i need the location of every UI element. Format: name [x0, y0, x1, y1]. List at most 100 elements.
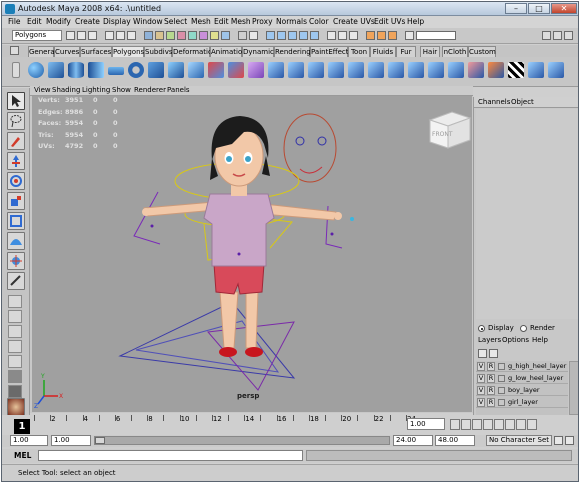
menu-normals[interactable]: Normals	[276, 17, 307, 26]
playback-end-field[interactable]: 24.00	[393, 435, 433, 446]
character-set-dropdown[interactable]: No Character Set	[486, 435, 552, 446]
ipr-render-icon[interactable]	[377, 31, 386, 40]
menu-select[interactable]: Select	[164, 17, 187, 26]
poly-pipe-icon[interactable]	[188, 62, 204, 78]
layer-reference-toggle[interactable]: R	[487, 374, 495, 383]
history-icon[interactable]	[327, 31, 336, 40]
separate-icon[interactable]	[228, 62, 244, 78]
display-layer-radio[interactable]	[478, 325, 485, 332]
shelf-tab-custom[interactable]: Custom	[468, 46, 496, 57]
append-polygon-icon[interactable]	[408, 62, 424, 78]
channels-menu[interactable]: Channels	[478, 98, 510, 106]
layer-color-swatch[interactable]	[498, 387, 505, 394]
transfer-attributes-icon[interactable]	[548, 62, 564, 78]
menu-edit-uvs[interactable]: Edit UVs	[374, 17, 405, 26]
show-manipulator-icon[interactable]	[7, 252, 25, 270]
input-output-icon[interactable]	[338, 31, 347, 40]
play-backwards-button[interactable]	[483, 419, 493, 430]
input-line-icon[interactable]	[405, 31, 414, 40]
make-live-icon[interactable]	[310, 31, 319, 40]
mask-handles-icon[interactable]	[144, 31, 153, 40]
step-forward-key-button[interactable]	[505, 419, 515, 430]
union-icon[interactable]	[288, 62, 304, 78]
range-slider-handle[interactable]	[95, 437, 105, 444]
construction-history-icon[interactable]	[349, 31, 358, 40]
shelf-tab-polygons[interactable]: Polygons	[112, 46, 144, 57]
insert-edge-loop-icon[interactable]	[448, 62, 464, 78]
difference-icon[interactable]	[308, 62, 324, 78]
move-tool-icon[interactable]	[7, 152, 25, 170]
uv-texture-editor-icon[interactable]	[528, 62, 544, 78]
new-scene-icon[interactable]	[66, 31, 75, 40]
maximize-button[interactable]: □	[528, 3, 550, 14]
playback-start-field[interactable]: 1.00	[51, 435, 91, 446]
step-back-button[interactable]	[461, 419, 471, 430]
channel-list[interactable]	[476, 109, 578, 319]
menu-edit[interactable]: Edit	[27, 17, 42, 26]
channel-box-toggle-icon[interactable]	[564, 31, 573, 40]
tool-settings-toggle-icon[interactable]	[553, 31, 562, 40]
shelf-tab-curves[interactable]: Curves	[54, 46, 80, 57]
step-forward-button[interactable]	[516, 419, 526, 430]
shelf-tab-toon[interactable]: Toon	[348, 46, 370, 57]
shelf-tab-painteffects[interactable]: PaintEffects	[310, 46, 352, 57]
vp-menu-shading[interactable]: Shading	[52, 86, 80, 94]
play-forwards-button[interactable]	[494, 419, 504, 430]
layer-visibility-toggle[interactable]: V	[477, 398, 485, 407]
menu-edit-mesh[interactable]: Edit Mesh	[214, 17, 251, 26]
vp-menu-show[interactable]: Show	[112, 86, 131, 94]
select-tool-icon[interactable]	[7, 92, 25, 110]
mask-surfaces-icon[interactable]	[177, 31, 186, 40]
menu-display[interactable]: Display	[103, 17, 131, 26]
menu-color[interactable]: Color	[309, 17, 329, 26]
shelf-tab-general[interactable]: General	[28, 46, 57, 57]
menu-create[interactable]: Create	[75, 17, 100, 26]
poly-sphere-icon[interactable]	[28, 62, 44, 78]
smooth-icon[interactable]	[248, 62, 264, 78]
shelf-tab-surfaces[interactable]: Surfaces	[80, 46, 112, 57]
layer-options-menu[interactable]: Options	[502, 336, 529, 344]
layer-list-scrollbar[interactable]	[569, 361, 578, 415]
animation-start-field[interactable]: 1.00	[10, 435, 48, 446]
soft-modification-icon[interactable]	[7, 232, 25, 250]
layer-reference-toggle[interactable]: R	[487, 362, 495, 371]
go-to-end-button[interactable]	[527, 419, 537, 430]
time-slider[interactable]: 1 24681012141618202224 1.00	[2, 415, 578, 435]
menu-file[interactable]: File	[8, 17, 21, 26]
bevel-icon[interactable]	[468, 62, 484, 78]
layer-row[interactable]: V R girl_layer	[476, 397, 568, 408]
highlight-selection-icon[interactable]	[249, 31, 258, 40]
command-input[interactable]	[38, 450, 303, 461]
layout-single-icon[interactable]	[8, 295, 22, 308]
snap-point-icon[interactable]	[288, 31, 297, 40]
layout-graph-icon[interactable]	[8, 370, 22, 383]
paint-select-tool-icon[interactable]	[7, 132, 25, 150]
checker-uv-icon[interactable]	[508, 62, 524, 78]
snap-grid-icon[interactable]	[266, 31, 275, 40]
mask-joints-icon[interactable]	[155, 31, 164, 40]
average-vertices-icon[interactable]	[268, 62, 284, 78]
layer-row[interactable]: V R g_low_heel_layer	[476, 373, 568, 384]
shelf-tab-hair[interactable]: Hair	[420, 46, 440, 57]
poly-torus-icon[interactable]	[128, 62, 144, 78]
input-line-field[interactable]	[416, 31, 456, 40]
menu-proxy[interactable]: Proxy	[252, 17, 273, 26]
mask-rendering-icon[interactable]	[210, 31, 219, 40]
shelf-tab-animation[interactable]: Animation	[210, 46, 247, 57]
layer-reference-toggle[interactable]: R	[487, 398, 495, 407]
poly-plane-icon[interactable]	[108, 67, 124, 75]
intersection-icon[interactable]	[328, 62, 344, 78]
shelf-tab-fur[interactable]: Fur	[396, 46, 416, 57]
split-polygon-icon[interactable]	[428, 62, 444, 78]
open-scene-icon[interactable]	[77, 31, 86, 40]
layer-help-menu[interactable]: Help	[532, 336, 548, 344]
lasso-tool-icon[interactable]	[7, 112, 25, 130]
layout-hypershade-icon[interactable]	[8, 385, 22, 398]
bridge-icon[interactable]	[388, 62, 404, 78]
poly-cone-icon[interactable]	[88, 62, 104, 78]
shelf-tab-fluids[interactable]: Fluids	[370, 46, 396, 57]
universal-manipulator-icon[interactable]	[7, 212, 25, 230]
layout-four-icon[interactable]	[8, 310, 22, 323]
layer-visibility-toggle[interactable]: V	[477, 386, 485, 395]
shelf-menu-icon[interactable]	[10, 46, 19, 55]
